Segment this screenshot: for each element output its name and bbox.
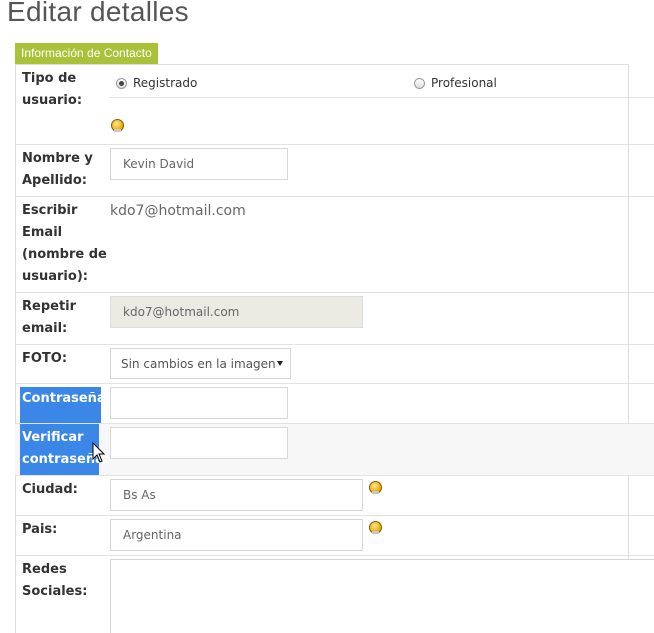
- row-divider: [15, 555, 654, 556]
- verificar-label-line: Verificar: [22, 430, 84, 445]
- verificar-label-line: contraseña:: [22, 452, 110, 467]
- verificar-label: Verificar contraseña:: [20, 424, 110, 475]
- email-label-line: (nombre de: [22, 247, 107, 262]
- nombre-input[interactable]: Kevin David: [110, 148, 288, 180]
- form-frame-left: [15, 64, 16, 633]
- radio-registrado-label[interactable]: Registrado: [133, 76, 197, 90]
- redes-textarea[interactable]: [110, 559, 654, 633]
- section-tab-contacto: Información de Contacto: [15, 43, 158, 64]
- row-divider: [15, 292, 654, 293]
- email-label-line: Escribir: [22, 203, 78, 218]
- row-divider: [15, 383, 654, 384]
- ciudad-label: Ciudad:: [22, 482, 78, 497]
- mouse-pointer-icon: [92, 442, 106, 463]
- repetir-email-label: Repetir email:: [22, 296, 76, 340]
- form-frame-right: [628, 64, 629, 559]
- contrasena-label: Contraseña:: [20, 387, 111, 423]
- redes-label: Redes Sociales:: [22, 559, 87, 603]
- info-bulb-icon[interactable]: [369, 481, 382, 494]
- chevron-down-icon: [277, 361, 283, 366]
- row-divider: [15, 196, 654, 197]
- info-bulb-icon[interactable]: [369, 521, 382, 534]
- radio-profesional[interactable]: [414, 78, 425, 89]
- row-divider: [15, 423, 654, 424]
- contrasena-input[interactable]: [110, 387, 288, 419]
- tipo-usuario-label-line: Tipo de: [22, 71, 77, 86]
- radio-profesional-label[interactable]: Profesional: [431, 76, 497, 90]
- repetir-email-label-line: email:: [22, 321, 68, 336]
- redes-label-line: Redes: [22, 562, 67, 577]
- email-label-line: Email: [22, 225, 63, 240]
- email-label-line: usuario):: [22, 269, 88, 284]
- row-divider: [15, 344, 654, 345]
- redes-label-line: Sociales:: [22, 584, 88, 599]
- nombre-label: Nombre y Apellido:: [22, 148, 93, 192]
- info-bulb-icon[interactable]: [111, 119, 124, 132]
- repetir-email-label-line: Repetir: [22, 299, 77, 314]
- tipo-usuario-label-line: usuario:: [22, 93, 83, 108]
- repetir-email-input: kdo7@hotmail.com: [110, 296, 363, 328]
- row-divider: [15, 144, 654, 145]
- foto-select[interactable]: Sin cambios en la imagen: [110, 348, 291, 379]
- radio-registrado[interactable]: [116, 78, 127, 89]
- form-frame-top: [15, 64, 629, 65]
- pais-label: Pais:: [22, 522, 58, 537]
- email-value: kdo7@hotmail.com: [110, 203, 246, 219]
- ciudad-input[interactable]: Bs As: [110, 479, 363, 511]
- pais-input[interactable]: Argentina: [110, 519, 363, 551]
- row-divider: [15, 475, 654, 476]
- nombre-label-line: Apellido:: [22, 173, 87, 188]
- foto-select-value: Sin cambios en la imagen: [121, 356, 276, 371]
- row-divider: [15, 515, 654, 516]
- row-divider: [110, 97, 654, 98]
- page-title: Editar detalles: [7, 0, 189, 27]
- foto-label: FOTO:: [22, 351, 68, 366]
- email-label: Escribir Email (nombre de usuario):: [22, 200, 107, 288]
- nombre-label-line: Nombre y: [22, 151, 93, 166]
- tipo-usuario-label: Tipo de usuario:: [22, 68, 82, 112]
- verificar-input[interactable]: [110, 427, 288, 459]
